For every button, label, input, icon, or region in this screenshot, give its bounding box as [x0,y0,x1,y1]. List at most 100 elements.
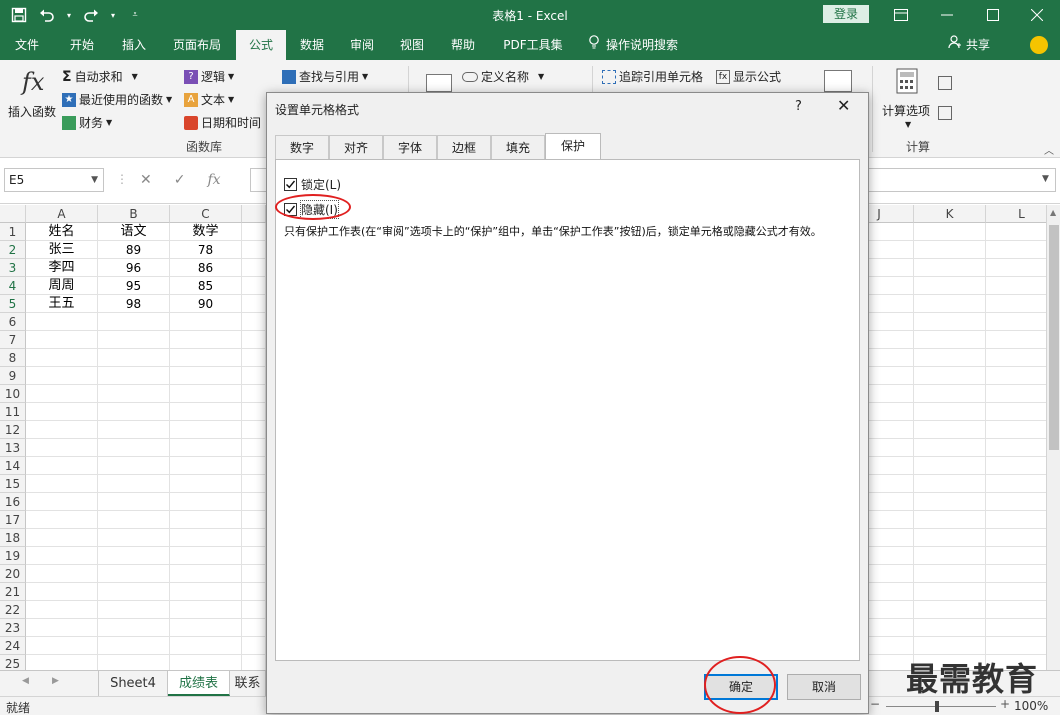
grid-cell[interactable] [98,349,170,367]
row-header[interactable]: 7 [0,331,26,349]
lookup-button[interactable]: 查找与引用 ▼ [282,68,368,85]
row-header[interactable]: 9 [0,367,26,385]
row-header[interactable]: 6 [0,313,26,331]
grid-cell[interactable] [26,457,98,475]
grid-cell[interactable] [170,439,242,457]
grid-cell[interactable] [242,331,266,349]
grid-cell[interactable] [98,619,170,637]
grid-cell[interactable] [914,313,986,331]
grid-cell[interactable] [170,583,242,601]
grid-cell[interactable] [242,583,266,601]
grid-cell[interactable] [98,439,170,457]
recent-functions-button[interactable]: ★ 最近使用的函数 ▼ [62,91,172,108]
grid-cell[interactable] [986,421,1046,439]
grid-cell[interactable] [26,511,98,529]
grid-cell[interactable] [26,565,98,583]
grid-cell[interactable] [986,547,1046,565]
grid-cell[interactable] [986,601,1046,619]
grid-cell[interactable] [986,241,1046,259]
row-header[interactable]: 21 [0,583,26,601]
grid-cell[interactable] [26,421,98,439]
grid-cell[interactable] [986,619,1046,637]
grid-cell[interactable] [98,637,170,655]
grid-cell[interactable] [986,565,1046,583]
tab-review[interactable]: 审阅 [340,30,384,60]
grid-cell[interactable] [26,655,98,670]
grid-cell[interactable] [914,241,986,259]
grid-cell[interactable] [914,295,986,313]
grid-cell[interactable] [914,259,986,277]
grid-cell[interactable]: 86 [170,259,242,277]
tab-help[interactable]: 帮助 [441,30,485,60]
tab-font[interactable]: 字体 [383,135,437,159]
grid-cell[interactable] [242,277,266,295]
grid-cell[interactable] [170,367,242,385]
grid-cell[interactable] [98,583,170,601]
grid-cell[interactable]: 李四 [26,259,98,277]
grid-cell[interactable] [986,511,1046,529]
grid-cell[interactable] [914,637,986,655]
sheet-tab-sheet4[interactable]: Sheet4 [98,671,168,696]
grid-cell[interactable] [914,475,986,493]
grid-cell[interactable] [242,655,266,670]
grid-cell[interactable]: 数学 [170,223,242,241]
ribbon-display-icon[interactable] [878,0,924,30]
cancel-button[interactable]: 取消 [787,674,861,700]
grid-cell[interactable] [98,475,170,493]
column-header-c[interactable]: C [170,205,242,223]
row-header[interactable]: 25 [0,655,26,670]
grid-cell[interactable] [98,385,170,403]
next-sheet-icon[interactable]: ▶ [52,676,59,686]
sheet-tab-contact[interactable]: 联系 [230,671,266,696]
tab-fill[interactable]: 填充 [491,135,545,159]
row-header[interactable]: 11 [0,403,26,421]
locked-option[interactable]: 锁定(L) [284,176,341,193]
row-header[interactable]: 3 [0,259,26,277]
help-icon[interactable]: ? [795,99,802,114]
grid-cell[interactable] [986,331,1046,349]
grid-cell[interactable] [914,331,986,349]
grid-cell[interactable] [26,601,98,619]
grid-cell[interactable] [986,457,1046,475]
grid-cell[interactable] [242,457,266,475]
tab-protection[interactable]: 保护 [545,133,601,160]
row-header[interactable]: 1 [0,223,26,241]
column-header-l[interactable]: L [986,205,1046,223]
grid-cell[interactable] [170,313,242,331]
grid-cell[interactable] [170,547,242,565]
grid-cell[interactable] [986,403,1046,421]
grid-cell[interactable]: 78 [170,241,242,259]
row-header[interactable]: 20 [0,565,26,583]
grid-cell[interactable] [26,583,98,601]
tab-border[interactable]: 边框 [437,135,491,159]
grid-cell[interactable] [98,403,170,421]
grid-cell[interactable] [26,313,98,331]
grid-cell[interactable] [986,277,1046,295]
close-window-icon[interactable] [1014,0,1060,30]
grid-cell[interactable] [914,619,986,637]
grid-cell[interactable] [170,493,242,511]
grid-cell[interactable] [98,493,170,511]
name-manager-icon[interactable] [426,74,452,92]
grid-cell[interactable] [170,385,242,403]
grid-cell[interactable] [170,349,242,367]
zoom-level[interactable]: 100% [1014,699,1048,713]
grid-cell[interactable] [242,511,266,529]
grid-cell[interactable] [170,331,242,349]
grid-cell[interactable] [170,457,242,475]
grid-cell[interactable] [98,565,170,583]
grid-cell[interactable] [98,457,170,475]
row-header[interactable]: 17 [0,511,26,529]
grid-cell[interactable] [242,367,266,385]
grid-cell[interactable] [914,457,986,475]
financial-button[interactable]: 财务 ▼ [62,114,112,131]
row-header[interactable]: 13 [0,439,26,457]
tab-data[interactable]: 数据 [290,30,334,60]
grid-cell[interactable] [986,529,1046,547]
grid-cell[interactable] [986,493,1046,511]
insert-function-button[interactable]: 插入函数 [8,103,56,120]
grid-cell[interactable] [986,583,1046,601]
row-header[interactable]: 19 [0,547,26,565]
grid-cell[interactable] [26,619,98,637]
column-header-a[interactable]: A [26,205,98,223]
